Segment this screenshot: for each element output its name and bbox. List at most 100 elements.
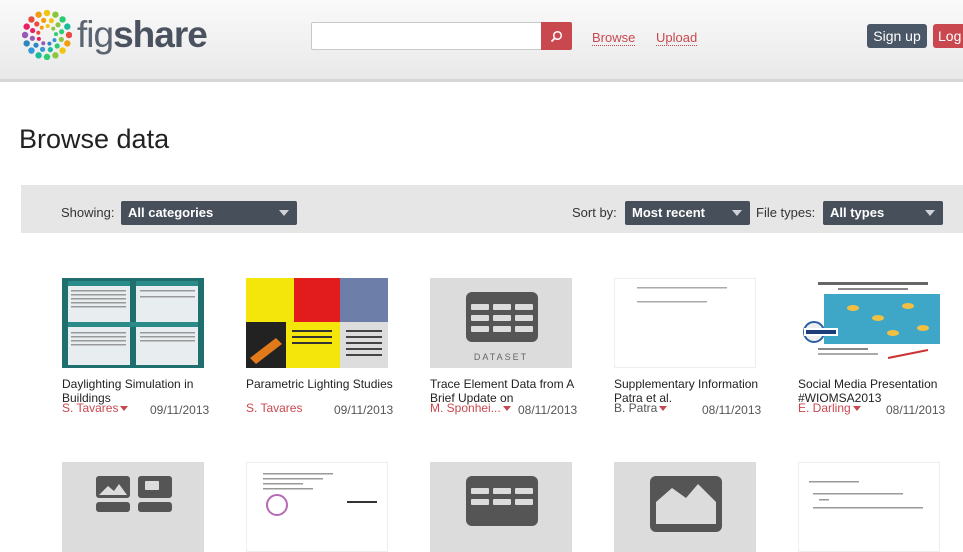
logo-dot [28,47,35,54]
item-card[interactable]: DATASET Trace Element Data from A Brief … [430,278,590,417]
logo-dot [43,10,51,17]
caret-down-icon [502,406,511,412]
image-icon [650,476,722,532]
item-card[interactable] [246,462,406,552]
signup-button[interactable]: Sign up [867,24,927,48]
logo-dot [39,25,44,30]
logo-dot [65,31,72,39]
item-author[interactable]: B. Patra [614,401,668,415]
logo-dot [35,52,42,59]
logo-dot [52,52,59,59]
category-select[interactable]: All categories [121,201,297,225]
logo-dot [35,11,42,18]
sort-label: Sort by: [572,205,617,220]
caret-down-icon [852,406,861,412]
figure-icon [96,476,172,512]
item-author[interactable]: S. Tavares [62,401,129,415]
filetypes-label: File types: [756,205,816,220]
item-thumbnail[interactable] [62,462,204,552]
search-input[interactable] [311,22,542,50]
chevron-down-icon [279,210,289,216]
item-date: 08/11/2013 [702,403,762,417]
item-thumbnail[interactable] [614,462,756,552]
poster-image [68,281,198,365]
logo-dot [53,32,58,37]
showing-label: Showing: [61,205,115,220]
logo-dot [33,42,39,48]
nav-upload-link[interactable]: Upload [656,30,698,46]
logo-dot [58,36,64,43]
nav-browse-link[interactable]: Browse [592,30,636,46]
figshare-logo-icon[interactable] [22,10,72,60]
chevron-down-icon [732,210,742,216]
chevron-down-icon [925,210,935,216]
logo-dot [28,16,35,23]
logo-dot [47,41,52,46]
login-button[interactable]: Log [933,24,963,48]
filetypes-select-value: All types [830,205,885,220]
item-author[interactable]: S. Tavares [246,401,302,415]
logo-dot [59,29,65,35]
logo-dot [51,26,56,31]
caret-down-icon [659,406,668,412]
logo-dot [55,22,61,28]
item-thumbnail[interactable] [62,278,204,368]
logo-dot [59,16,66,23]
sort-select[interactable]: Most recent [625,201,750,225]
dataset-icon [466,476,538,526]
logo-dot [36,36,41,41]
item-card[interactable]: Parametric Lighting Studies S. Tavares 0… [246,278,406,417]
item-date: 08/11/2013 [518,403,578,417]
logo-dot [64,40,71,47]
item-card[interactable] [430,462,590,552]
item-date: 09/11/2013 [150,403,210,417]
logo-dot [54,43,60,49]
item-thumbnail[interactable] [614,278,756,368]
item-card[interactable]: Social Media Presentation #WIOMSA2013 E.… [798,278,958,417]
logo-dot [48,18,55,24]
logo-dot [41,41,46,46]
item-card[interactable] [62,462,222,552]
logo-dot [52,38,57,43]
item-card[interactable]: Supplementary Information Patra et al. B… [614,278,774,417]
item-thumbnail[interactable] [246,278,388,368]
item-thumbnail[interactable] [430,462,572,552]
logo-dot [23,40,30,47]
item-author[interactable]: M. Sponhei... [430,401,511,415]
thumbnail-type-label: DATASET [473,352,529,362]
filetypes-select[interactable]: All types [823,201,943,225]
item-author[interactable]: E. Darling [798,401,861,415]
item-date: 08/11/2013 [886,403,946,417]
logo-dot [22,31,29,39]
item-thumbnail[interactable]: DATASET [430,278,572,368]
category-select-value: All categories [128,205,214,220]
item-card[interactable] [614,462,774,552]
colorful-grid-image [246,278,388,368]
logo-dot [43,53,51,60]
logo-dot [34,21,40,27]
document-page-image [637,287,727,303]
page-title: Browse data [19,124,170,154]
logo-dot [30,27,36,34]
logo-dot [52,11,59,18]
item-thumbnail[interactable] [246,462,388,552]
top-header: figshare Browse Upload Sign up Log [0,0,963,82]
sort-select-value: Most recent [632,205,705,220]
logo-dot [36,30,41,35]
logo-dot [29,35,35,41]
logo-dot [39,46,46,52]
item-card[interactable] [798,462,958,552]
item-card[interactable]: Daylighting Simulation in Buildings S. T… [62,278,222,417]
search-icon [550,30,563,42]
logo-dot [23,23,30,30]
item-thumbnail[interactable] [798,462,940,552]
logo-dot [45,24,50,29]
item-date: 09/11/2013 [334,403,394,417]
search-button[interactable] [541,22,572,50]
slide-image [798,278,940,368]
caret-down-icon [120,406,129,412]
item-thumbnail[interactable] [798,278,940,368]
brand-wordmark[interactable]: figshare [77,15,208,55]
logo-dot [47,47,53,53]
logo-dot [41,17,47,23]
